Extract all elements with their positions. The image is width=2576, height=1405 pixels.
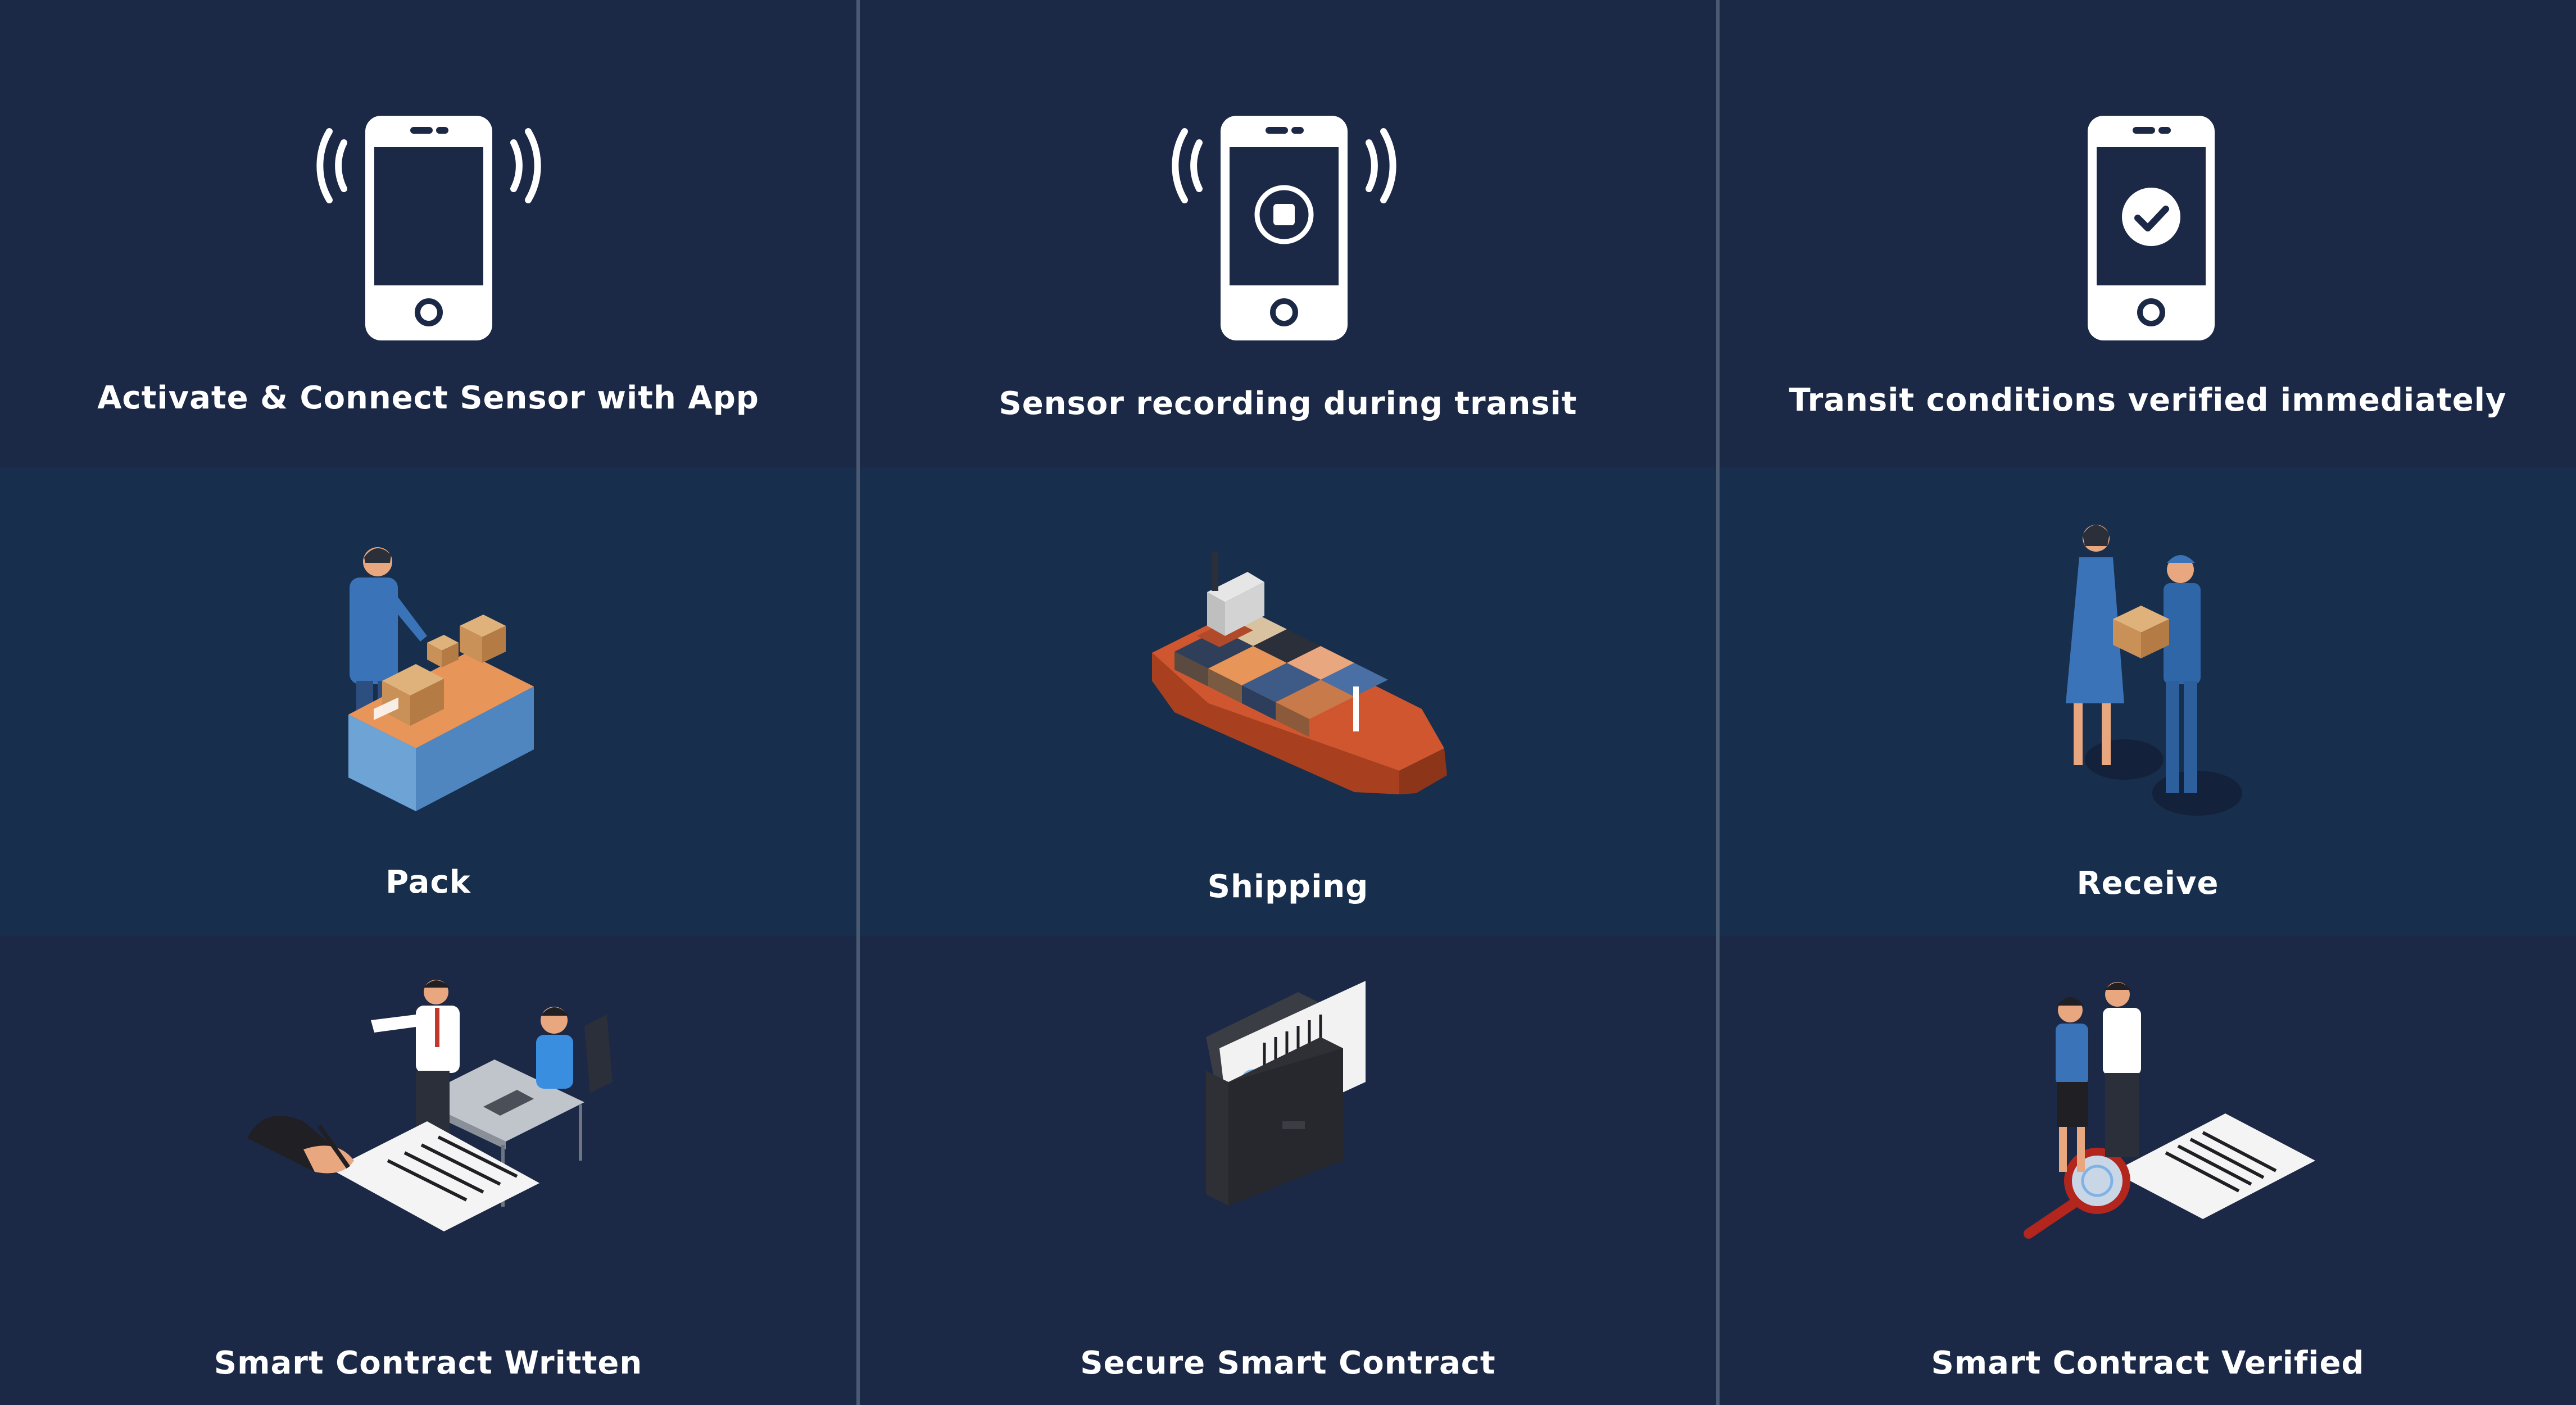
contract-signing-illustration bbox=[247, 980, 613, 1231]
step-label: Smart Contract Written bbox=[214, 1345, 643, 1381]
step-contract-written: Smart Contract Written bbox=[0, 936, 856, 1405]
step-label: Shipping bbox=[1207, 869, 1369, 905]
contract-verification-illustration bbox=[2024, 982, 2315, 1239]
secure-envelope-illustration bbox=[1206, 981, 1366, 1206]
step-contract-verified: Smart Contract Verified bbox=[1720, 936, 2576, 1405]
step-label: Activate & Connect Sensor with App bbox=[97, 380, 759, 416]
step-label: Sensor recording during transit bbox=[999, 385, 1577, 422]
step-activate-sensor: Activate & Connect Sensor with App bbox=[0, 0, 856, 467]
step-label: Receive bbox=[2076, 865, 2219, 902]
step-sensor-recording: Sensor recording during transit bbox=[860, 0, 1716, 467]
step-label: Transit conditions verified immediately bbox=[1789, 382, 2507, 419]
step-secure-contract: Secure Smart Contract bbox=[860, 936, 1716, 1405]
step-label: Pack bbox=[386, 864, 471, 901]
step-receive: Receive bbox=[1720, 467, 2576, 936]
step-shipping: Shipping bbox=[860, 467, 1716, 936]
step-label: Secure Smart Contract bbox=[1080, 1345, 1496, 1381]
container-ship-illustration bbox=[1152, 552, 1447, 794]
step-label: Smart Contract Verified bbox=[1931, 1345, 2365, 1381]
process-grid: Activate & Connect Sensor with App Senso… bbox=[0, 0, 2576, 1405]
step-pack: Pack bbox=[0, 467, 856, 936]
step-conditions-verified: Transit conditions verified immediately bbox=[1720, 0, 2576, 467]
